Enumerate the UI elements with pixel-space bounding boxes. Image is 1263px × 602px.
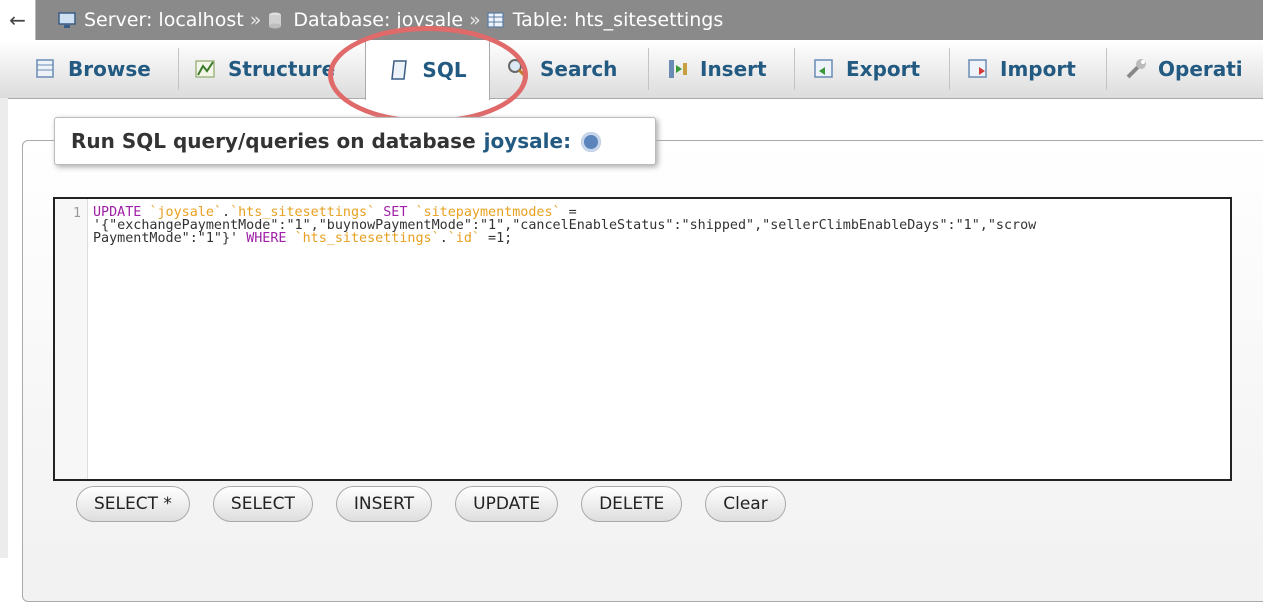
page-edge bbox=[0, 98, 8, 558]
server-icon bbox=[58, 11, 76, 28]
help-icon[interactable] bbox=[581, 132, 602, 152]
tab-import[interactable]: Import bbox=[966, 40, 1076, 98]
tab-export[interactable]: Export bbox=[812, 40, 920, 98]
sql-editor[interactable]: 1 UPDATE `joysale`.`hts_sitesettings` SE… bbox=[53, 197, 1232, 481]
tab-operations[interactable]: Operati bbox=[1124, 40, 1243, 98]
export-icon bbox=[814, 59, 833, 78]
tab-divider bbox=[794, 48, 795, 90]
delete-button[interactable]: DELETE bbox=[581, 486, 683, 522]
database-icon bbox=[269, 12, 282, 28]
tab-insert[interactable]: Insert bbox=[666, 40, 767, 98]
breadcrumb-server[interactable]: Server: localhost bbox=[58, 9, 244, 31]
tab-search-label: Search bbox=[540, 57, 618, 81]
tab-divider bbox=[1106, 48, 1107, 90]
tab-export-label: Export bbox=[846, 57, 921, 81]
import-icon bbox=[968, 59, 987, 78]
tab-insert-label: Insert bbox=[700, 57, 767, 81]
tab-browse[interactable]: Browse bbox=[34, 40, 151, 98]
query-helper-buttons: SELECT * SELECT INSERT UPDATE DELETE Cle… bbox=[76, 486, 786, 522]
structure-icon bbox=[195, 60, 215, 78]
tab-structure[interactable]: Structure bbox=[194, 40, 335, 98]
tab-divider bbox=[949, 48, 950, 90]
breadcrumb-separator: » bbox=[469, 9, 481, 31]
line-number: 1 bbox=[73, 206, 81, 221]
insert-icon bbox=[669, 60, 687, 78]
tab-structure-label: Structure bbox=[228, 57, 336, 81]
breadcrumb-bar: ← Server: localhost » Database: joysale … bbox=[0, 0, 1263, 40]
update-button[interactable]: UPDATE bbox=[455, 486, 559, 522]
tab-import-label: Import bbox=[1000, 57, 1076, 81]
highlight-annotation bbox=[328, 26, 528, 124]
sql-code[interactable]: UPDATE `joysale`.`hts_sitesettings` SET … bbox=[93, 206, 1223, 245]
tab-operations-label: Operati bbox=[1158, 57, 1243, 81]
breadcrumb-table-label: Table: hts_sitesettings bbox=[512, 9, 724, 31]
breadcrumb-separator: » bbox=[249, 9, 262, 31]
tab-browse-label: Browse bbox=[68, 57, 151, 81]
tab-divider bbox=[648, 48, 649, 90]
insert-button[interactable]: INSERT bbox=[335, 486, 433, 522]
panel-title: Run SQL query/queries on database joysal… bbox=[54, 117, 656, 165]
tab-divider bbox=[178, 48, 179, 90]
breadcrumb-server-label: Server: localhost bbox=[84, 9, 244, 31]
line-number-gutter: 1 bbox=[55, 199, 88, 479]
panel-database-link[interactable]: joysale: bbox=[484, 129, 571, 153]
clear-button[interactable]: Clear bbox=[705, 486, 786, 522]
browse-icon bbox=[36, 59, 54, 78]
breadcrumb-table[interactable]: Table: hts_sitesettings bbox=[487, 9, 724, 31]
tab-bar: Browse Structure SQL Search Insert Expor… bbox=[0, 40, 1263, 100]
table-icon bbox=[487, 11, 504, 28]
panel-title-text: Run SQL query/queries on database bbox=[71, 129, 476, 153]
sql-line: PaymentMode":"1"}' WHERE `hts_sitesettin… bbox=[93, 231, 513, 246]
wrench-icon bbox=[1126, 59, 1146, 79]
select-button[interactable]: SELECT bbox=[212, 486, 313, 522]
back-arrow-icon[interactable]: ← bbox=[0, 0, 36, 40]
select-all-button[interactable]: SELECT * bbox=[76, 486, 190, 522]
